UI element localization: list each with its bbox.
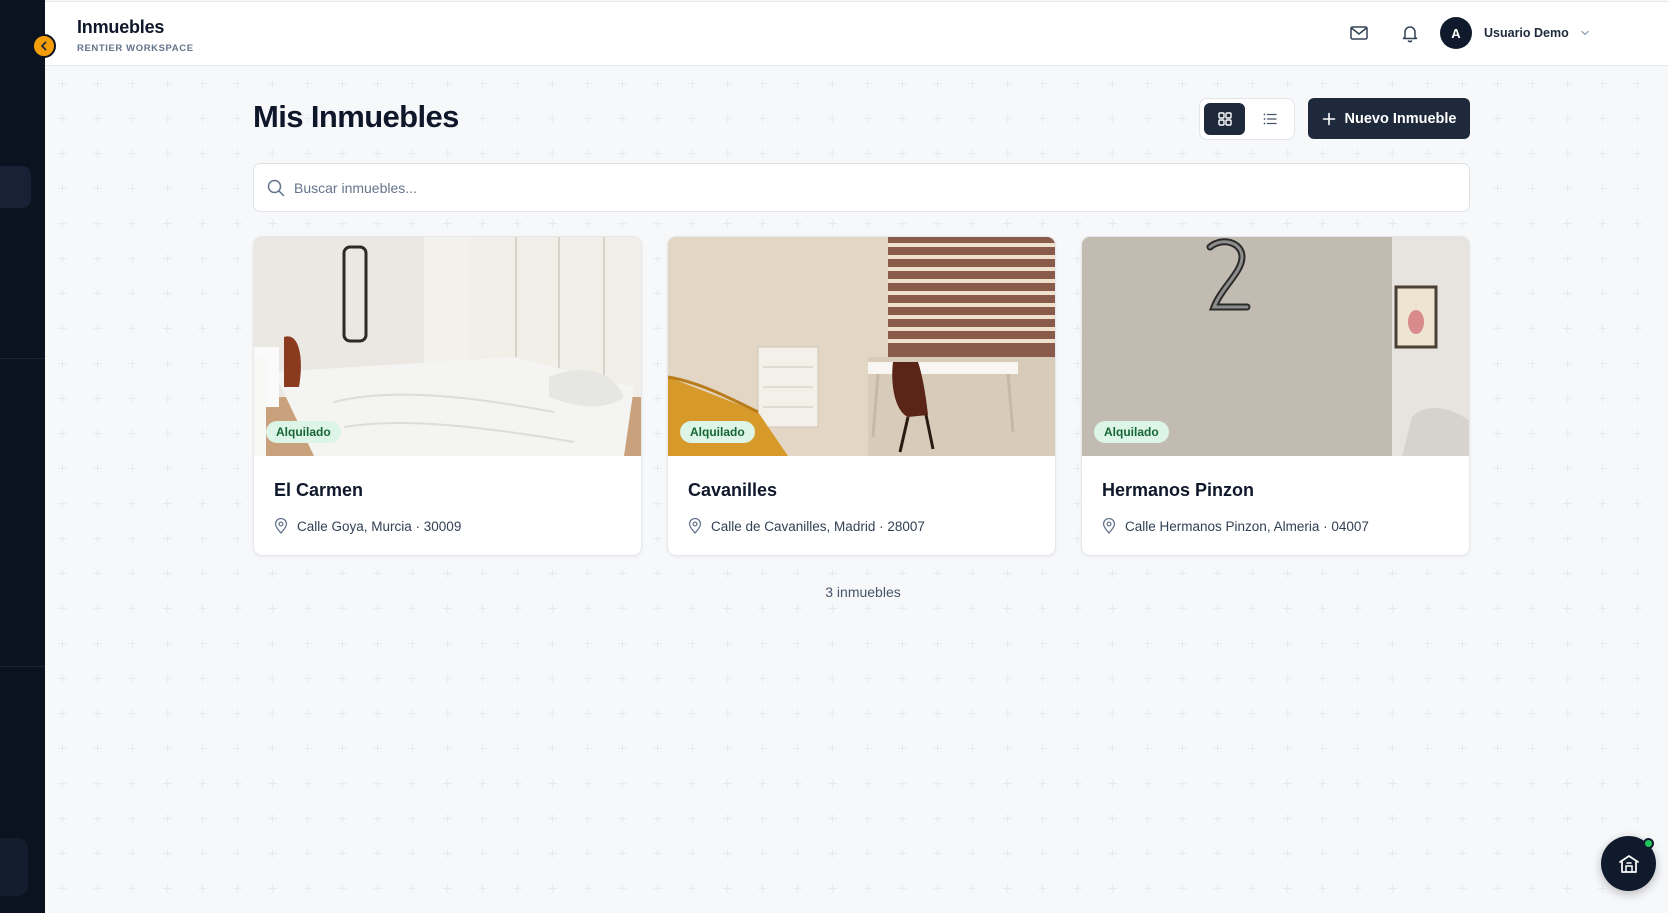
grid-icon (1217, 112, 1232, 126)
property-card[interactable]: Alquilado Cavanilles Calle de Cavanilles… (667, 236, 1056, 556)
new-property-label: Nuevo Inmueble (1344, 110, 1457, 127)
property-name: El Carmen (274, 480, 364, 500)
plus-icon (1322, 112, 1335, 125)
search-input[interactable] (294, 176, 1444, 200)
top-bar: Inmuebles RENTIER WORKSPACE (45, 1, 1668, 66)
workspace-subtitle: RENTIER WORKSPACE (77, 43, 194, 54)
property-address-text: Calle Goya, Murcia · 30009 (297, 518, 462, 534)
app-title: Inmuebles (77, 17, 165, 37)
property-address: Calle de Cavanilles, Madrid · 28007 (688, 518, 925, 534)
property-count: 3 inmuebles (825, 584, 901, 600)
status-badge: Alquilado (1094, 421, 1169, 443)
property-name: Hermanos Pinzon (1102, 480, 1255, 500)
avatar[interactable]: A (1440, 17, 1472, 49)
building-icon (1618, 854, 1639, 873)
list-icon (1263, 113, 1277, 125)
assistant-button[interactable] (1601, 836, 1656, 891)
status-badge: Alquilado (266, 421, 341, 443)
status-badge: Alquilado (680, 421, 755, 443)
bell-icon (1402, 26, 1418, 43)
view-toggle (1199, 98, 1295, 140)
user-name[interactable]: Usuario Demo (1484, 26, 1569, 40)
property-address: Calle Goya, Murcia · 30009 (274, 518, 461, 534)
map-pin-icon (1102, 518, 1116, 534)
sidebar (0, 0, 45, 913)
sidebar-divider (0, 666, 45, 667)
property-photo: Alquilado (254, 237, 641, 456)
sidebar-active-item[interactable] (0, 166, 31, 208)
new-property-button[interactable]: Nuevo Inmueble (1308, 98, 1470, 139)
property-card[interactable]: Alquilado Hermanos Pinzon Calle Hermanos… (1081, 236, 1470, 556)
chevron-left-icon (41, 41, 47, 51)
sidebar-bottom-item[interactable] (0, 838, 28, 896)
property-card[interactable]: Alquilado El Carmen Calle Goya, Murcia ·… (253, 236, 642, 556)
property-address-text: Calle Hermanos Pinzon, Almeria · 04007 (1125, 518, 1369, 534)
search-box (253, 163, 1470, 212)
list-view-button[interactable] (1249, 103, 1290, 135)
map-pin-icon (688, 518, 702, 534)
mail-icon (1350, 26, 1368, 40)
property-photo: Alquilado (668, 237, 1055, 456)
chevron-down-icon[interactable] (1578, 26, 1592, 40)
search-icon (267, 179, 285, 197)
notifications-button[interactable] (1399, 22, 1421, 44)
online-indicator (1643, 838, 1654, 849)
sidebar-divider (0, 358, 45, 359)
grid-view-button[interactable] (1204, 103, 1245, 135)
page-title: Mis Inmuebles (253, 99, 459, 134)
map-pin-icon (274, 518, 288, 534)
property-photo: Alquilado (1082, 237, 1469, 456)
property-address: Calle Hermanos Pinzon, Almeria · 04007 (1102, 518, 1369, 534)
property-name: Cavanilles (688, 480, 778, 500)
collapse-sidebar-button[interactable] (32, 34, 56, 58)
messages-button[interactable] (1348, 22, 1370, 44)
property-address-text: Calle de Cavanilles, Madrid · 28007 (711, 518, 925, 534)
